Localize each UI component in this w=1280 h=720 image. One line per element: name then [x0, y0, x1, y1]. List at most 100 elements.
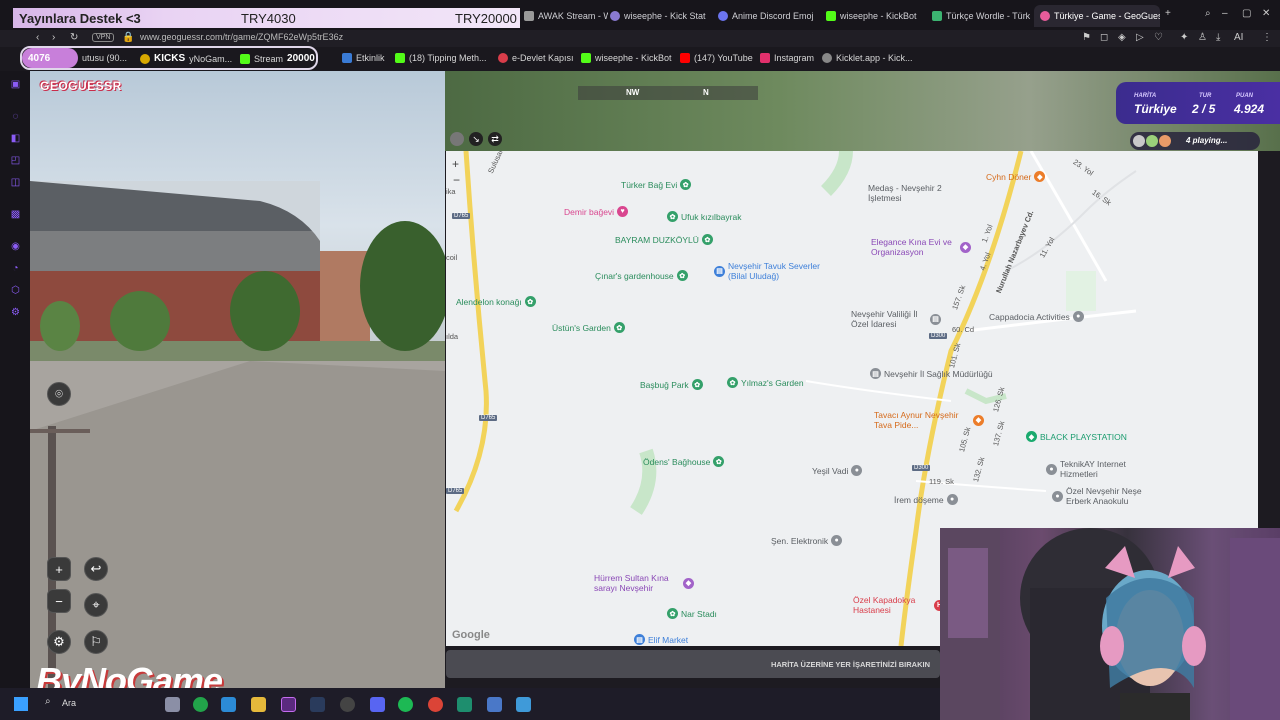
- tab-kick-stat[interactable]: wiseephe - Kick Stat: [604, 5, 712, 27]
- play-circle-icon[interactable]: ◉: [10, 241, 21, 252]
- close-icon[interactable]: ✕: [1262, 8, 1270, 19]
- folder-icon[interactable]: [251, 697, 266, 712]
- reload-icon[interactable]: ↻: [70, 32, 78, 43]
- map-poi[interactable]: Çınar's gardenhouse ✿: [595, 270, 688, 281]
- tab-anime-discord[interactable]: Anime Discord Emoj: [712, 5, 822, 27]
- heart-icon[interactable]: ♡: [1154, 32, 1163, 43]
- street-view-panorama[interactable]: GEOGUESSR ⌾ + − ↩ ⌖ ⚙ ⚐: [30, 71, 445, 688]
- back-icon[interactable]: ‹: [36, 32, 39, 43]
- zoom-out-button[interactable]: −: [47, 589, 71, 613]
- steam-icon[interactable]: [310, 697, 325, 712]
- obs-icon[interactable]: [340, 697, 355, 712]
- discord-icon[interactable]: [370, 697, 385, 712]
- map-swap-tool[interactable]: ⇄: [488, 132, 502, 146]
- map-poi[interactable]: Nevşehir Valiliği İl Özel İdaresi ▤: [851, 309, 941, 329]
- vpn-badge[interactable]: VPN: [92, 33, 115, 42]
- new-tab-icon[interactable]: +: [1165, 8, 1171, 19]
- map-poi[interactable]: ✿ Yılmaz's Garden: [727, 377, 804, 388]
- map-poi[interactable]: Üstün's Garden ✿: [552, 322, 625, 333]
- windows-start-icon[interactable]: [14, 697, 28, 711]
- keyboard-icon[interactable]: [165, 697, 180, 712]
- map-poi[interactable]: Alendelon konağı ✿: [456, 296, 536, 307]
- map-poi[interactable]: Ödens' Bağhouse ✿: [643, 456, 725, 467]
- settings-button[interactable]: ⚙: [47, 630, 71, 654]
- app-icon[interactable]: [457, 697, 472, 712]
- messenger-icon[interactable]: ◌: [10, 111, 21, 122]
- map-poi[interactable]: Demir bağevi ♥: [564, 206, 629, 217]
- photos-icon[interactable]: [516, 697, 531, 712]
- shield-icon[interactable]: ◈: [1118, 32, 1126, 43]
- forward-icon[interactable]: ›: [52, 32, 55, 43]
- play-icon[interactable]: ▷: [1136, 32, 1144, 43]
- map-poi[interactable]: ▤ Nevşehir Tavuk Severler (Bilal Uludağ): [714, 261, 834, 281]
- map-poi[interactable]: BAYRAM DUZKÖYLÜ ✿: [615, 234, 713, 245]
- bookmark-item[interactable]: Instagram: [760, 53, 814, 63]
- map-poi[interactable]: İrem döşeme ●: [894, 494, 958, 505]
- twitch-sidebar-icon[interactable]: ▩: [10, 209, 21, 220]
- tab-turkce-wordle[interactable]: Türkçe Wordle - Türk: [926, 5, 1034, 27]
- opera-gx-icon[interactable]: [281, 697, 296, 712]
- map-pin-tool[interactable]: [450, 132, 464, 146]
- map-poi[interactable]: ▤ Nevşehir İl Sağlık Müdürlüğü: [870, 368, 993, 379]
- profile-icon[interactable]: ♙: [1198, 32, 1207, 43]
- box-icon[interactable]: ⬡: [10, 285, 21, 296]
- music-icon[interactable]: ◫: [10, 177, 21, 188]
- map-poi[interactable]: Yeşil Vadi ●: [812, 465, 863, 476]
- tab-kickbot[interactable]: wiseephe - KickBot: [820, 5, 928, 27]
- url-field[interactable]: www.geoguessr.com/tr/game/ZQMF62eWp5trE3…: [140, 32, 343, 42]
- map-poi[interactable]: Başbuğ Park ✿: [640, 379, 703, 390]
- zoom-in-button[interactable]: +: [47, 557, 71, 581]
- pin-marker-button[interactable]: ⌾: [47, 382, 71, 406]
- map-poi[interactable]: Özel Kapadokya HastanesiH: [853, 595, 945, 615]
- map-poi[interactable]: ● TeknikAY Internet Hizmetleri: [1046, 459, 1146, 479]
- map-poi[interactable]: Cappadocia Activities ●: [989, 311, 1084, 322]
- menu-icon[interactable]: ⋮: [1262, 32, 1272, 43]
- map-poi[interactable]: ▤ Elif Market: [634, 634, 688, 645]
- tab-awak-stream[interactable]: AWAK Stream - Wa: [518, 5, 608, 27]
- taskbar-search[interactable]: Ara: [62, 698, 76, 708]
- geoguessr-logo[interactable]: GEOGUESSR: [40, 79, 122, 93]
- tab-geoguessr[interactable]: Türkiye - Game - GeoGues: [1034, 5, 1160, 27]
- bookmark-item[interactable]: Kicklet.app - Kick...: [822, 53, 913, 63]
- settings-icon[interactable]: ⚙: [10, 307, 21, 318]
- pin-icon[interactable]: ⚑: [1082, 32, 1091, 43]
- twitch-icon[interactable]: ▣: [10, 79, 21, 90]
- map-enlarge-tool[interactable]: ↘: [469, 132, 483, 146]
- bookmark-item[interactable]: (147) YouTube: [680, 53, 753, 63]
- minimize-icon[interactable]: –: [1222, 8, 1228, 19]
- map-poi[interactable]: Elegance Kına Evi ve Organizasyon ◆: [871, 237, 971, 257]
- app-icon[interactable]: [487, 697, 502, 712]
- map-zoom-out[interactable]: −: [453, 173, 460, 187]
- screenshot-icon[interactable]: ◻: [1100, 32, 1108, 43]
- map-poi[interactable]: Cyhn Döner ◆: [986, 171, 1046, 182]
- bag-icon[interactable]: ◧: [10, 133, 21, 144]
- map-poi[interactable]: Medaş - Nevşehir 2 İşletmesi: [868, 183, 950, 203]
- undo-button[interactable]: ↩: [84, 557, 108, 581]
- map-poi[interactable]: ● Özel Nevşehir Neşe Erberk Anaokulu: [1052, 486, 1162, 506]
- download-icon[interactable]: ⤓: [1216, 32, 1220, 43]
- bookmark-item[interactable]: (18) Tipping Meth...: [395, 53, 487, 63]
- search-tabs-icon[interactable]: ⌕: [1205, 8, 1211, 19]
- map-poi[interactable]: ✿ Ufuk kızılbayrak: [667, 211, 741, 222]
- extensions-icon[interactable]: ✦: [1180, 32, 1188, 43]
- maximize-icon[interactable]: ▢: [1242, 8, 1251, 19]
- bookmark-item[interactable]: wiseephe - KickBot: [581, 53, 672, 63]
- xbox-icon[interactable]: [193, 697, 208, 712]
- map-poi[interactable]: Şen. Elektronik ●: [771, 535, 843, 546]
- map-poi[interactable]: ✿ Nar Stadı: [667, 608, 717, 619]
- map-zoom-in[interactable]: +: [452, 157, 459, 171]
- chrome-icon[interactable]: [428, 697, 443, 712]
- bookmark-item[interactable]: Etkinlik: [342, 53, 385, 63]
- map-poi[interactable]: ◆ BLACK PLAYSTATION: [1026, 431, 1127, 442]
- spotify-icon[interactable]: [398, 697, 413, 712]
- chat-icon[interactable]: ◰: [10, 155, 21, 166]
- flag-button[interactable]: ⚐: [84, 630, 108, 654]
- players-indicator[interactable]: 4 playing...: [1130, 132, 1260, 150]
- search-icon[interactable]: ⌕: [45, 696, 51, 707]
- bookmark-item[interactable]: e-Devlet Kapısı: [498, 53, 574, 63]
- ai-icon[interactable]: AI: [1234, 32, 1243, 43]
- guess-button[interactable]: HARİTA ÜZERİNE YER İŞARETİNİZİ BIRAKIN: [446, 650, 940, 678]
- clock-icon[interactable]: ◔: [10, 263, 21, 274]
- map-poi[interactable]: Türker Bağ Evi ✿: [621, 179, 692, 190]
- return-to-start-button[interactable]: ⌖: [84, 593, 108, 617]
